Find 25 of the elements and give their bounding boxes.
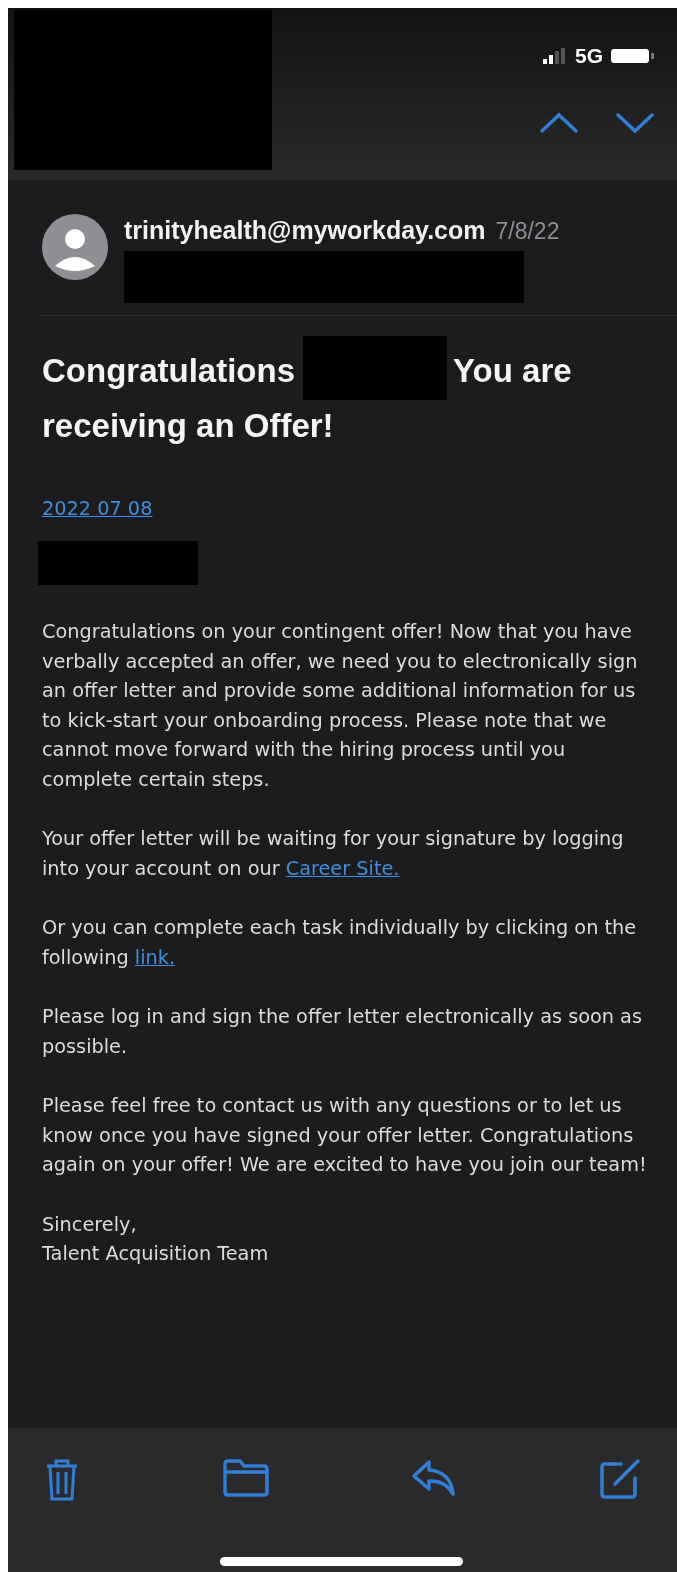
subject-text: receiving an Offer! — [42, 406, 334, 444]
email-date: 7/8/22 — [495, 218, 560, 244]
link[interactable]: Career Site. — [285, 856, 400, 880]
body-paragraph: Your offer letter will be waiting for your signature by logging into your account on our Career Site. — [42, 826, 625, 882]
network-label: 5G — [575, 43, 603, 69]
signal-icon — [543, 47, 567, 64]
folder-icon[interactable] — [221, 1458, 270, 1498]
trash-icon[interactable] — [44, 1458, 80, 1502]
body-paragraph: Or you can complete each task individually by clicking on the following link. — [42, 915, 638, 971]
signature-line: Talent Acquisition Team — [42, 1240, 270, 1267]
chevron-up-icon[interactable] — [539, 111, 579, 134]
subject-text: You are — [453, 351, 572, 389]
reply-icon[interactable] — [411, 1458, 458, 1498]
compose-icon[interactable] — [598, 1458, 641, 1500]
signature-line: Sincerely, — [42, 1211, 138, 1238]
body-paragraph: Please log in and sign the offer letter electronically as soon as possible. — [42, 1004, 643, 1060]
body-paragraph: Please feel free to contact us with any questions or to let us know once you have signed your offer letter. Congratulations again on your offer! We are excited to have you join our team! — [42, 1093, 648, 1178]
sender-email: trinityhealth@myworkday.com — [124, 216, 486, 244]
chevron-down-icon[interactable] — [615, 111, 655, 134]
battery-icon — [611, 46, 655, 65]
date-link[interactable]: 2022 07 08 — [42, 496, 153, 520]
link[interactable]: link. — [134, 945, 176, 969]
subject-text: Congratulations — [42, 351, 295, 389]
avatar-icon — [42, 214, 108, 280]
body-paragraph: Congratulations on your contingent offer! Now that you have verbally accepted an offer, we need you to electronically sign an offer letter and provide some additional information for us to kick-start your onboarding process. Please note that we cannot move forward with the hiring process until you complete certain steps. — [42, 619, 639, 793]
